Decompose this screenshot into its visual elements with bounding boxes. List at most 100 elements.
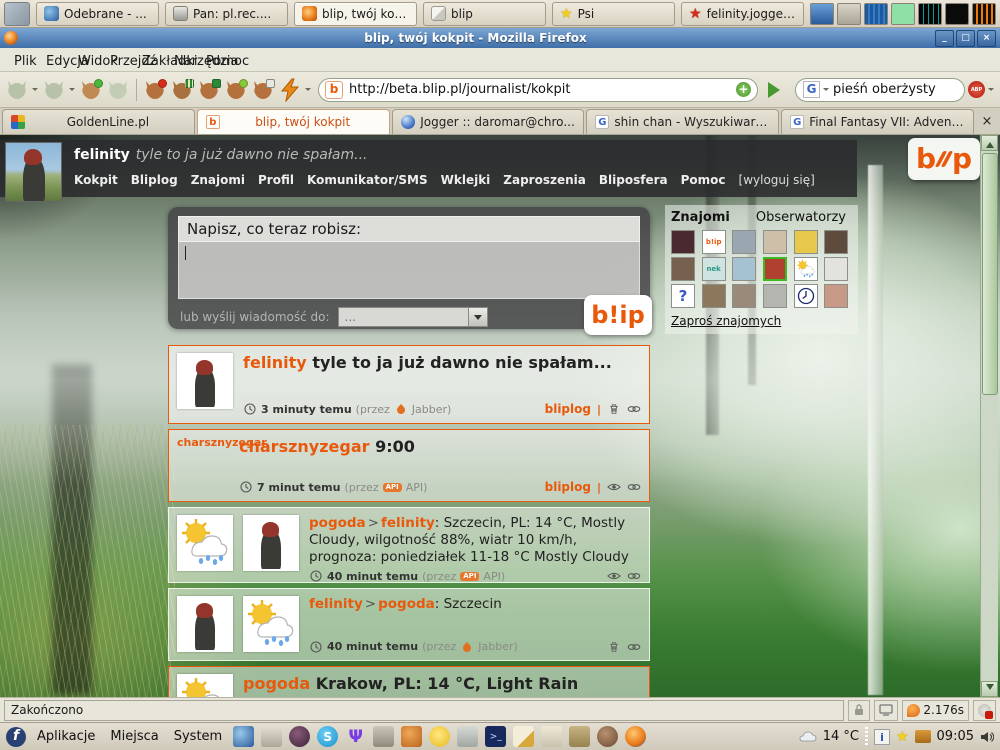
close-button[interactable] <box>977 30 996 47</box>
search-input[interactable]: pieśń oberżysty <box>833 82 957 97</box>
cpu-monitor-applet[interactable] <box>864 3 888 25</box>
friend-avatar[interactable] <box>824 230 848 254</box>
watch-icon[interactable] <box>607 481 621 493</box>
bliplog-link[interactable]: bliplog <box>545 480 591 494</box>
blip-logo-small[interactable]: b!ip <box>584 295 652 335</box>
launcher-scanner[interactable] <box>261 726 282 747</box>
friend-avatar[interactable] <box>763 230 787 254</box>
dictionary-tray-icon[interactable] <box>874 729 890 745</box>
launcher-notes[interactable] <box>457 726 478 747</box>
stop-button-cat-icon[interactable] <box>106 78 130 102</box>
taskbar-window-psi[interactable]: Psi <box>552 2 675 26</box>
bliplog-link[interactable]: bliplog <box>545 402 591 416</box>
menu-system[interactable]: System <box>170 729 226 744</box>
disk-monitor-applet[interactable] <box>972 3 996 25</box>
permalink-icon[interactable] <box>627 403 641 415</box>
launcher-text-editor[interactable] <box>513 726 534 747</box>
menu-narzedzia[interactable]: Narzędzia <box>166 52 196 68</box>
invite-friends-link[interactable]: Zaproś znajomych <box>671 314 781 328</box>
author-link[interactable]: charsznyzegar <box>239 437 370 456</box>
launcher-package[interactable] <box>569 726 590 747</box>
author-link[interactable]: pogoda <box>243 674 310 693</box>
friend-avatar[interactable] <box>824 257 848 281</box>
scroll-up-icon[interactable] <box>981 135 998 151</box>
mail-cat-icon[interactable] <box>143 78 167 102</box>
fedora-menu-icon[interactable] <box>6 727 26 747</box>
tab-blip-kokpit[interactable]: bblip, twój kokpit <box>197 109 390 134</box>
scroll-down-icon[interactable] <box>981 681 998 697</box>
nav-wklejki[interactable]: Wklejki <box>441 173 491 187</box>
felinity-avatar[interactable] <box>177 353 233 409</box>
memory-monitor-applet[interactable] <box>891 3 915 25</box>
permalink-icon[interactable] <box>627 641 641 653</box>
security-indicator[interactable] <box>848 700 870 721</box>
friend-avatar[interactable] <box>702 284 726 308</box>
pogoda-avatar[interactable] <box>177 674 233 697</box>
url-text[interactable]: http://beta.blip.pl/journalist/kokpit <box>349 82 730 97</box>
bookmarks-cat-icon[interactable] <box>170 78 194 102</box>
network-tray-icon[interactable] <box>810 3 834 25</box>
minimize-button[interactable] <box>935 30 954 47</box>
window-titlebar[interactable]: blip, twój kokpit - Mozilla Firefox <box>0 28 1000 48</box>
watch-icon[interactable] <box>607 570 621 582</box>
nav-kokpit[interactable]: Kokpit <box>74 173 118 187</box>
pogoda-avatar[interactable] <box>177 515 233 571</box>
taskbar-window-jogger[interactable]: felinity.jogger... <box>681 2 804 26</box>
nav-bliposfera[interactable]: Bliposfera <box>599 173 668 187</box>
recipient-select[interactable]: ... <box>338 307 488 327</box>
friend-avatar[interactable] <box>671 230 695 254</box>
taskbar-window-mail[interactable]: Odebrane - ... <box>36 2 159 26</box>
select-dropdown-icon[interactable] <box>468 308 487 326</box>
swap-monitor-applet[interactable] <box>945 3 969 25</box>
menu-przejdz[interactable]: Przejdź <box>102 52 132 68</box>
compose-textarea[interactable] <box>178 242 640 299</box>
forward-dropdown-icon[interactable] <box>69 88 75 94</box>
back-dropdown-icon[interactable] <box>32 88 38 94</box>
friend-avatar[interactable] <box>794 230 818 254</box>
nav-profil[interactable]: Profil <box>258 173 294 187</box>
launcher-mail[interactable] <box>541 726 562 747</box>
launcher-terminal[interactable]: >_ <box>485 726 506 747</box>
delete-icon[interactable] <box>607 403 621 415</box>
friend-avatar[interactable] <box>824 284 848 308</box>
green-plus-icon[interactable] <box>736 82 751 97</box>
author-link[interactable]: felinity <box>243 353 307 372</box>
blip-logo[interactable]: bp <box>908 138 980 180</box>
downloads-cat-icon[interactable] <box>251 78 275 102</box>
friend-avatar[interactable] <box>763 284 787 308</box>
menu-widok[interactable]: Widok <box>70 52 100 68</box>
launcher-firefox[interactable] <box>625 726 646 747</box>
url-bar[interactable]: b http://beta.blip.pl/journalist/kokpit <box>318 78 758 102</box>
menu-miejsca[interactable]: Miejsca <box>106 729 162 744</box>
weather-avatar-icon[interactable] <box>794 257 818 281</box>
tab-shinchan[interactable]: Gshin chan - Wyszukiwark... <box>586 109 779 134</box>
launcher-media-player[interactable] <box>289 726 310 747</box>
nav-bliplog[interactable]: Bliplog <box>131 173 178 187</box>
permalink-icon[interactable] <box>627 481 641 493</box>
menu-zakladki[interactable]: Zakładki <box>134 52 164 68</box>
go-button-icon[interactable] <box>768 82 788 98</box>
clock-avatar-icon[interactable] <box>794 284 818 308</box>
friend-avatar[interactable] <box>732 230 756 254</box>
author-link[interactable]: felinity <box>309 596 363 612</box>
permalink-icon[interactable] <box>627 570 641 582</box>
nav-logout[interactable]: [wyloguj się] <box>739 173 815 187</box>
reload-button-cat-icon[interactable] <box>79 78 103 102</box>
tab-jogger[interactable]: Jogger :: daromar@chro... <box>392 109 585 134</box>
menu-plik[interactable]: Plik <box>6 52 36 68</box>
friend-avatar[interactable]: nek <box>702 257 726 281</box>
temperature[interactable]: 14 °C <box>823 729 859 744</box>
launcher-gimp[interactable] <box>597 726 618 747</box>
scrollbar-thumb[interactable] <box>982 153 998 395</box>
tab-ffvii[interactable]: GFinal Fantasy VII: Advent ... <box>781 109 974 134</box>
friend-avatar-online[interactable] <box>763 257 787 281</box>
nav-zaproszenia[interactable]: Zaproszenia <box>503 173 586 187</box>
launcher-printer[interactable] <box>373 726 394 747</box>
pogoda-avatar[interactable] <box>243 596 299 652</box>
menu-aplikacje[interactable]: Aplikacje <box>33 729 99 744</box>
taskbar-window-blip[interactable]: blip <box>423 2 546 26</box>
fasterfox-bolt-icon[interactable] <box>278 78 302 102</box>
delete-icon[interactable] <box>607 641 621 653</box>
maximize-button[interactable] <box>956 30 975 47</box>
recipient-link[interactable]: felinity <box>381 515 435 531</box>
